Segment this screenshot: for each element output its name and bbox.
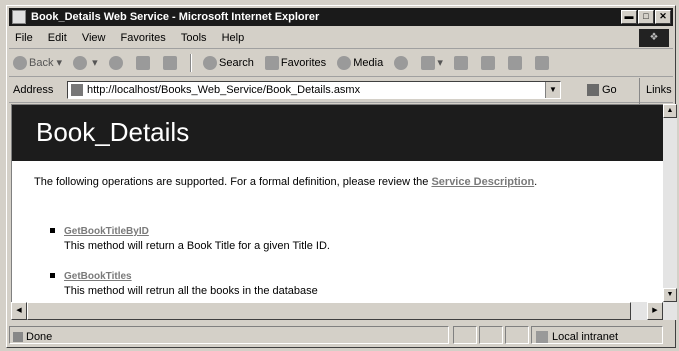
discuss-button[interactable] bbox=[504, 50, 528, 76]
go-label: Go bbox=[602, 84, 617, 96]
menu-file[interactable]: File bbox=[9, 28, 39, 48]
intro-text: The following operations are supported. … bbox=[34, 176, 429, 188]
media-button[interactable]: Media bbox=[333, 50, 387, 76]
menu-edit[interactable]: Edit bbox=[42, 28, 73, 48]
bullet-icon bbox=[50, 273, 55, 278]
refresh-button[interactable] bbox=[132, 50, 156, 76]
menu-view[interactable]: View bbox=[76, 28, 112, 48]
intro-paragraph: The following operations are supported. … bbox=[34, 175, 634, 190]
bullet-icon bbox=[50, 228, 55, 233]
messenger-icon bbox=[535, 56, 550, 71]
go-button[interactable]: Go bbox=[587, 78, 617, 102]
maximize-button[interactable]: □ bbox=[638, 10, 654, 24]
window-title: Book_Details Web Service - Microsoft Int… bbox=[31, 11, 320, 23]
operations-list: GetBookTitleByID This method will return… bbox=[50, 225, 330, 302]
links-label: Links bbox=[646, 84, 672, 96]
page-content: Book_Details The following operations ar… bbox=[11, 104, 663, 302]
search-label: Search bbox=[219, 57, 254, 69]
address-url: http://localhost/Books_Web_Service/Book_… bbox=[87, 84, 361, 96]
media-icon bbox=[337, 56, 352, 71]
done-page-icon bbox=[13, 332, 23, 343]
stop-icon bbox=[108, 56, 123, 71]
favorites-icon bbox=[264, 56, 279, 71]
status-bar: Done Local intranet bbox=[9, 324, 673, 346]
menu-favorites[interactable]: Favorites bbox=[115, 28, 172, 48]
print-button[interactable] bbox=[450, 50, 474, 76]
home-icon bbox=[162, 56, 177, 71]
horizontal-scrollbar[interactable]: ◀ ▶ bbox=[11, 302, 663, 320]
messenger-button[interactable] bbox=[531, 50, 555, 76]
list-item: GetBookTitleByID This method will return… bbox=[50, 225, 330, 254]
edit-icon bbox=[480, 56, 495, 71]
title-bar: Book_Details Web Service - Microsoft Int… bbox=[9, 8, 673, 26]
browser-window: Book_Details Web Service - Microsoft Int… bbox=[6, 5, 677, 348]
status-cell bbox=[479, 326, 503, 344]
back-button[interactable]: Back ▾ bbox=[9, 50, 66, 76]
history-button[interactable] bbox=[390, 50, 414, 76]
service-description-link[interactable]: Service Description bbox=[431, 176, 534, 188]
operation-description: This method will retrun all the books in… bbox=[64, 285, 318, 297]
media-label: Media bbox=[353, 57, 384, 69]
operation-link-get-book-titles[interactable]: GetBookTitles bbox=[64, 270, 330, 284]
intro-end: . bbox=[534, 176, 538, 188]
heading-band: Book_Details bbox=[12, 105, 663, 161]
menu-bar: File Edit View Favorites Tools Help ❖ bbox=[9, 28, 673, 49]
menu-help[interactable]: Help bbox=[216, 28, 251, 48]
address-bar: Address http://localhost/Books_Web_Servi… bbox=[9, 78, 673, 126]
address-input[interactable]: http://localhost/Books_Web_Service/Book_… bbox=[67, 81, 561, 99]
minimize-button[interactable]: ▬ bbox=[621, 10, 637, 24]
close-button[interactable]: ✕ bbox=[655, 10, 671, 24]
mail-button[interactable]: ▾ bbox=[417, 50, 447, 76]
print-icon bbox=[453, 56, 468, 71]
vertical-scrollbar[interactable]: ▲ ▼ bbox=[663, 104, 677, 320]
operation-description: This method will return a Book Title for… bbox=[64, 240, 330, 252]
status-cell bbox=[453, 326, 477, 344]
home-button[interactable] bbox=[159, 50, 183, 76]
mail-icon bbox=[421, 56, 436, 71]
intranet-zone-icon bbox=[536, 331, 548, 344]
address-label: Address bbox=[13, 84, 54, 96]
scroll-thumb[interactable] bbox=[27, 302, 631, 320]
status-text: Done bbox=[26, 331, 53, 343]
ie-page-icon bbox=[12, 10, 26, 24]
edit-button[interactable] bbox=[477, 50, 501, 76]
refresh-icon bbox=[135, 56, 150, 71]
search-button[interactable]: Search bbox=[199, 50, 258, 76]
stop-button[interactable] bbox=[105, 50, 129, 76]
scroll-left-icon[interactable]: ◀ bbox=[11, 302, 27, 320]
discuss-icon bbox=[508, 56, 523, 71]
forward-button[interactable]: ▾ bbox=[69, 50, 102, 76]
favorites-button[interactable]: Favorites bbox=[261, 50, 330, 76]
windows-logo-icon: ❖ bbox=[639, 29, 669, 47]
status-cell bbox=[505, 326, 529, 344]
history-icon bbox=[394, 56, 409, 71]
search-icon bbox=[203, 56, 217, 71]
page-icon bbox=[71, 84, 83, 97]
list-item: GetBookTitles This method will retrun al… bbox=[50, 270, 330, 299]
zone-cell: Local intranet bbox=[531, 326, 663, 344]
scroll-down-icon[interactable]: ▼ bbox=[663, 288, 677, 302]
window-controls: ▬ □ ✕ bbox=[620, 10, 671, 24]
zone-text: Local intranet bbox=[552, 331, 619, 343]
scroll-right-icon[interactable]: ▶ bbox=[647, 302, 663, 320]
toolbar-separator bbox=[189, 54, 192, 73]
address-dropdown-icon[interactable]: ▼ bbox=[545, 82, 560, 98]
favorites-label: Favorites bbox=[280, 57, 327, 69]
page-title: Book_Details bbox=[36, 117, 190, 147]
scroll-up-icon[interactable]: ▲ bbox=[663, 104, 677, 118]
menu-tools[interactable]: Tools bbox=[175, 28, 213, 48]
back-label: Back bbox=[29, 57, 54, 69]
forward-arrow-icon bbox=[73, 56, 88, 71]
back-arrow-icon bbox=[13, 56, 27, 71]
status-text-cell: Done bbox=[9, 326, 449, 344]
go-arrow-icon bbox=[587, 84, 599, 97]
standard-toolbar: Back ▾ ▾ Search Favorites Media ▾ bbox=[9, 50, 673, 77]
operation-link-get-book-title-by-id[interactable]: GetBookTitleByID bbox=[64, 225, 330, 239]
